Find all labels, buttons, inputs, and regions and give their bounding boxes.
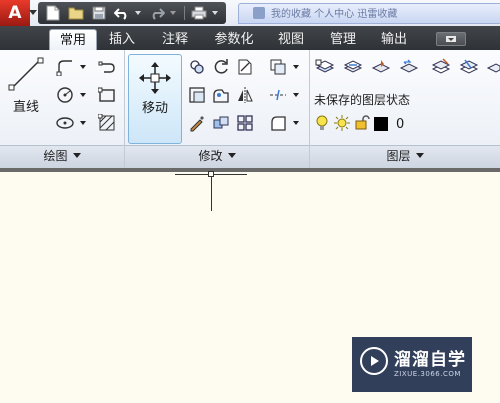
quick-access-toolbar <box>38 2 226 24</box>
mirror-icon[interactable] <box>234 84 256 106</box>
sun-freeze-icon[interactable] <box>334 114 350 134</box>
rotate-icon[interactable] <box>210 56 232 78</box>
layer-freeze-icon[interactable] <box>486 56 500 78</box>
ribbon-tab-bar: 常用 插入 注释 参数化 视图 管理 输出 <box>0 26 500 50</box>
save-icon[interactable] <box>88 3 110 23</box>
chevron-down-icon <box>72 153 81 158</box>
layer-isolate-icon[interactable] <box>430 56 452 78</box>
watermark-title: 溜溜自学 <box>394 350 466 370</box>
move-button[interactable]: 移动 <box>128 54 182 144</box>
layer-state-value: 未保存的图层状态 <box>314 93 411 107</box>
undo-icon[interactable] <box>111 3 133 23</box>
chevron-down-icon <box>227 153 236 158</box>
tab-output[interactable]: 输出 <box>373 29 415 50</box>
move-label: 移动 <box>141 101 168 116</box>
layer-color-swatch[interactable] <box>374 117 388 131</box>
trim-icon[interactable] <box>234 56 256 78</box>
array-icon[interactable] <box>210 112 232 134</box>
trim-dropdown[interactable] <box>291 56 300 78</box>
polyline-icon[interactable] <box>54 56 76 78</box>
application-menu-button[interactable]: A <box>0 0 30 26</box>
trim-extend-icon[interactable] <box>267 56 289 78</box>
ribbon-minimize-button[interactable] <box>436 32 466 46</box>
title-bar-favorites-strip[interactable]: 我的收藏 个人中心 迅雷收藏 <box>238 3 500 24</box>
line-icon <box>8 57 44 91</box>
unlock-icon[interactable] <box>354 114 370 134</box>
tab-view[interactable]: 视图 <box>271 29 311 50</box>
plot-dropdown-icon[interactable] <box>211 3 219 23</box>
layer-match-icon[interactable] <box>342 56 364 78</box>
line-button[interactable]: 直线 <box>4 54 48 144</box>
circle-dropdown[interactable] <box>78 84 87 106</box>
tab-parametric[interactable]: 参数化 <box>206 29 262 50</box>
tab-manage[interactable]: 管理 <box>322 29 364 50</box>
qat-separator <box>184 6 185 20</box>
panel-layers-footer[interactable]: 图层 <box>310 145 500 168</box>
panel-modify-title: 修改 <box>198 149 223 163</box>
watermark: 溜溜自学 ZIXUE.3066.COM <box>352 337 472 392</box>
crosshair-vertical <box>211 174 212 211</box>
move-arrows-icon <box>139 62 171 94</box>
hatch-icon[interactable] <box>96 112 118 134</box>
panel-layers-title: 图层 <box>386 149 411 163</box>
explode-dropdown[interactable] <box>291 84 300 106</box>
panel-modify: 移动 修改 <box>125 50 310 168</box>
panel-draw: 直线 绘图 <box>0 50 125 168</box>
tab-home[interactable]: 常用 <box>49 29 97 50</box>
panel-draw-title: 绘图 <box>43 149 68 163</box>
explode-icon[interactable] <box>267 84 289 106</box>
polyline-dropdown[interactable] <box>78 56 87 78</box>
layer-previous-icon[interactable] <box>398 56 420 78</box>
layer-properties-icon[interactable] <box>314 56 336 78</box>
watermark-subtitle: ZIXUE.3066.COM <box>394 370 461 378</box>
scale-brush-icon[interactable] <box>186 112 208 134</box>
app-menu-caret-icon[interactable] <box>29 10 37 15</box>
layer-control[interactable]: 0 <box>316 114 500 134</box>
redo-dropdown-icon[interactable] <box>169 3 177 23</box>
circle-icon[interactable] <box>54 84 76 106</box>
tab-annotate[interactable]: 注释 <box>153 29 197 50</box>
panel-modify-footer[interactable]: 修改 <box>125 145 309 168</box>
ribbon: 直线 绘图 移动 修改 未保存的图层状态 0 图层 <box>0 50 500 169</box>
play-logo-icon <box>360 347 388 375</box>
rectangle-icon[interactable] <box>96 84 118 106</box>
undo-dropdown-icon[interactable] <box>134 3 142 23</box>
new-file-icon[interactable] <box>42 3 64 23</box>
chevron-down-icon <box>415 153 424 158</box>
layer-unisolate-icon[interactable] <box>458 56 480 78</box>
title-bar: A 我的收藏 个人中心 迅雷收藏 <box>0 0 500 27</box>
panel-draw-footer[interactable]: 绘图 <box>0 145 124 168</box>
panel-layers: 未保存的图层状态 0 图层 <box>310 50 500 168</box>
rectangular-array-icon[interactable] <box>234 112 256 134</box>
open-folder-icon[interactable] <box>65 3 87 23</box>
chamfer-dropdown[interactable] <box>291 112 300 134</box>
fillet-icon[interactable] <box>210 84 232 106</box>
stretch-icon[interactable] <box>186 84 208 106</box>
ellipse-icon[interactable] <box>54 112 76 134</box>
crosshair-pickbox <box>208 171 214 177</box>
line-label: 直线 <box>12 100 39 115</box>
redo-icon[interactable] <box>146 3 168 23</box>
plot-printer-icon[interactable] <box>188 3 210 23</box>
arc-spline-icon[interactable] <box>96 56 118 78</box>
tab-insert[interactable]: 插入 <box>101 29 143 50</box>
current-layer-name: 0 <box>396 116 405 132</box>
copy-icon[interactable] <box>186 56 208 78</box>
favorites-text: 我的收藏 个人中心 迅雷收藏 <box>271 9 398 20</box>
canvas-top-border <box>0 168 500 172</box>
lightbulb-icon[interactable] <box>316 115 328 134</box>
layer-state-combo[interactable]: 未保存的图层状态 <box>314 90 500 110</box>
chamfer-icon[interactable] <box>267 112 289 134</box>
ellipse-dropdown[interactable] <box>78 112 87 134</box>
layer-brush-icon[interactable] <box>370 56 392 78</box>
favorites-icon <box>253 7 265 19</box>
